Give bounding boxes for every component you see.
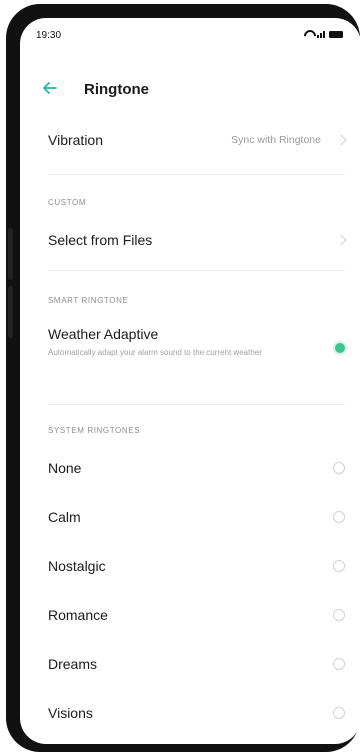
radio-button[interactable] — [333, 609, 345, 621]
phone-frame: 19:30 Ringtone Vibration Sync with Ringt… — [6, 4, 361, 752]
side-button — [8, 286, 13, 338]
divider — [48, 174, 345, 175]
weather-adaptive-label: Weather Adaptive — [48, 326, 159, 342]
select-from-files-label: Select from Files — [48, 232, 153, 248]
vibration-value: Sync with Ringtone — [231, 134, 321, 146]
divider — [48, 404, 345, 405]
status-bar: 19:30 — [20, 18, 361, 48]
ringtone-label: None — [48, 460, 82, 476]
radio-button[interactable] — [333, 707, 345, 719]
ringtone-label: Dreams — [48, 656, 98, 672]
back-arrow-icon[interactable] — [40, 78, 60, 98]
vibration-row[interactable]: Vibration Sync with Ringtone — [20, 116, 361, 162]
vibration-label: Vibration — [48, 132, 104, 148]
ringtone-option-none[interactable]: None — [20, 446, 361, 486]
status-icons — [303, 30, 343, 38]
status-time: 19:30 — [36, 30, 62, 41]
ringtone-label: Visions — [48, 705, 93, 721]
side-button — [8, 228, 13, 280]
battery-icon — [329, 30, 343, 38]
radio-button[interactable] — [333, 560, 345, 572]
weather-adaptive-toggle[interactable] — [335, 343, 345, 353]
weather-adaptive-row[interactable]: Weather Adaptive Automatically adapt you… — [20, 314, 361, 382]
select-from-files-row[interactable]: Select from Files — [20, 218, 361, 258]
section-header-smart-ringtone: SMART RINGTONE — [48, 296, 129, 305]
page-title: Ringtone — [84, 81, 149, 98]
header: Ringtone — [20, 70, 361, 106]
ringtone-option-nostalgic[interactable]: Nostalgic — [20, 544, 361, 584]
weather-adaptive-description: Automatically adapt your alarm sound to … — [48, 348, 262, 357]
ringtone-option-calm[interactable]: Calm — [20, 495, 361, 535]
radio-button[interactable] — [333, 462, 345, 474]
chevron-right-icon — [335, 234, 347, 246]
ringtone-label: Nostalgic — [48, 558, 106, 574]
signal-icon — [317, 30, 325, 38]
ringtone-option-dreams[interactable]: Dreams — [20, 642, 361, 682]
ringtone-option-romance[interactable]: Romance — [20, 593, 361, 633]
section-header-system-ringtones: SYSTEM RINGTONES — [48, 426, 141, 435]
chevron-right-icon — [335, 134, 347, 146]
divider — [48, 270, 345, 271]
screen: 19:30 Ringtone Vibration Sync with Ringt… — [20, 18, 361, 744]
wifi-icon — [303, 30, 313, 38]
ringtone-label: Calm — [48, 509, 81, 525]
radio-button[interactable] — [333, 511, 345, 523]
radio-button[interactable] — [333, 658, 345, 670]
ringtone-label: Romance — [48, 607, 108, 623]
section-header-custom: CUSTOM — [48, 198, 87, 207]
ringtone-option-visions[interactable]: Visions — [20, 691, 361, 731]
